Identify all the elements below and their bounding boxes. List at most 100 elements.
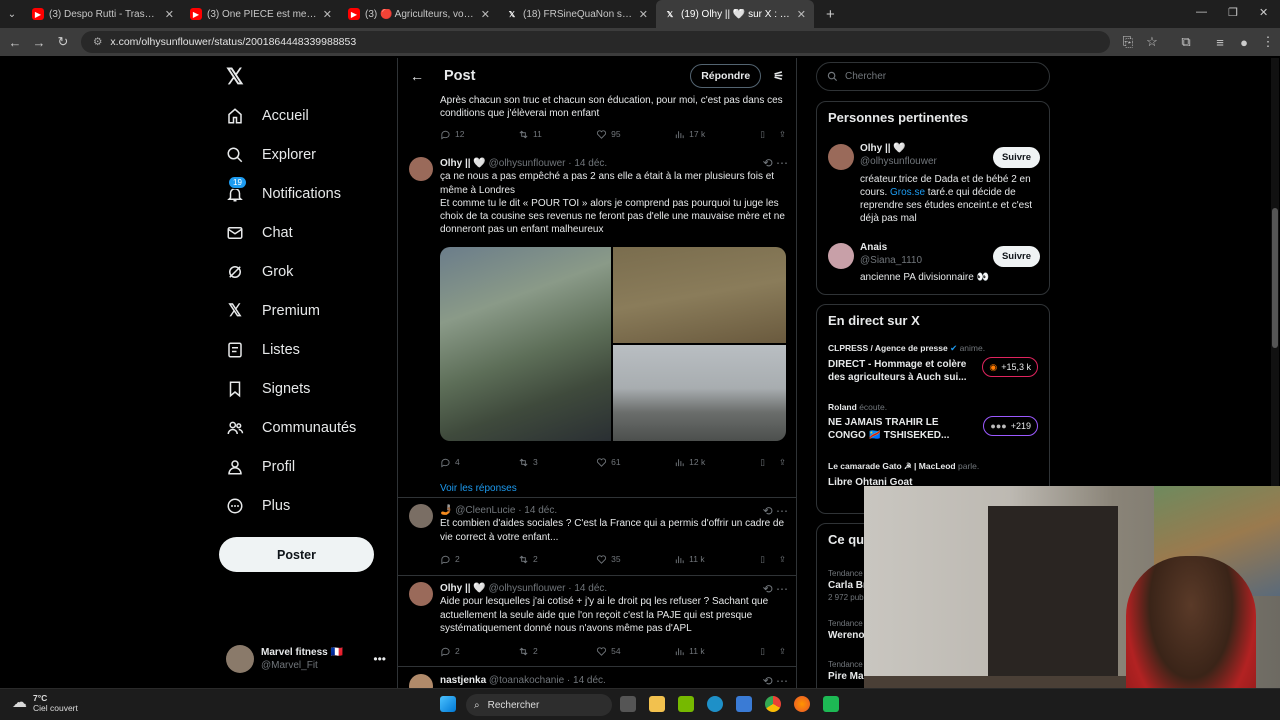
reply-button[interactable]: Répondre [690, 64, 762, 88]
bookmark-star-icon[interactable]: ☆ [1140, 34, 1164, 50]
maximize-icon[interactable]: ❐ [1228, 6, 1238, 19]
close-tab-icon[interactable]: ✕ [481, 8, 490, 21]
follow-button[interactable]: Suivre [992, 246, 1040, 267]
site-info-icon[interactable]: ⚙ [93, 36, 102, 48]
live-item[interactable]: Roland écoute. NE JAMAIS TRAHIR LE CONGO… [828, 402, 1038, 442]
nvidia-icon[interactable] [678, 696, 694, 712]
sidebar-item-profil[interactable]: Profil [218, 447, 388, 486]
tweet-media-grid[interactable] [440, 247, 786, 441]
account-switcher[interactable]: Marvel fitness 🇫🇷 @Marvel_Fit ••• [226, 643, 386, 675]
back-icon[interactable]: ← [3, 35, 27, 50]
media-image[interactable] [613, 345, 786, 441]
views-action[interactable]: 11 k [674, 645, 752, 658]
avatar[interactable] [828, 243, 854, 269]
close-tab-icon[interactable]: ✕ [323, 8, 332, 21]
author-handle[interactable]: @olhysunflouwer [489, 158, 566, 169]
tweet-date[interactable]: · 14 déc. [518, 505, 557, 516]
weather-widget[interactable]: ☁ 7°C Ciel couvert [12, 693, 78, 713]
sidebar-item-explorer[interactable]: Explorer [218, 135, 388, 174]
more-icon[interactable]: ••• [373, 652, 386, 666]
sidebar-item-plus[interactable]: Plus [218, 486, 388, 525]
scrollbar-thumb[interactable] [1272, 208, 1278, 348]
close-tab-icon[interactable]: ✕ [165, 8, 174, 21]
tweet-date[interactable]: · 14 déc. [567, 675, 606, 686]
x-logo-icon[interactable]: 𝕏 [226, 64, 244, 90]
bio-link[interactable]: Gros.se [890, 187, 925, 198]
like-action[interactable]: 35 [596, 553, 674, 566]
sidebar-item-notifications[interactable]: 19 Notifications [218, 174, 388, 213]
like-action[interactable]: 54 [596, 645, 674, 658]
trend-item[interactable]: Tendance Wereno [828, 618, 865, 642]
more-icon[interactable]: ⟲ ⋯ [763, 674, 788, 688]
bookmark-icon[interactable]: ▯ [760, 456, 765, 469]
more-icon[interactable]: ⟲ ⋯ [763, 156, 788, 170]
show-replies-link[interactable]: Voir les réponses [440, 482, 786, 495]
reply-action[interactable]: 2 [440, 645, 518, 658]
repost-action[interactable]: 11 [518, 128, 596, 141]
install-app-icon[interactable]: ⎘ [1116, 34, 1140, 50]
sidebar-item-signets[interactable]: Signets [218, 369, 388, 408]
author-handle[interactable]: @CleenLucie [455, 505, 515, 516]
live-item[interactable]: CLPRESS / Agence de presse ✔ anime. DIRE… [828, 343, 1038, 384]
follow-button[interactable]: Suivre [992, 147, 1040, 168]
reply-action[interactable]: 2 [440, 553, 518, 566]
reply-action[interactable]: 12 [440, 128, 518, 141]
author-handle[interactable]: @olhysunflouwer [489, 583, 566, 594]
bookmark-icon[interactable]: ▯ [760, 645, 765, 658]
bookmark-icon[interactable]: ▯ [760, 553, 765, 566]
search-input[interactable]: Chercher [816, 62, 1050, 91]
post-button[interactable]: Poster [219, 537, 374, 572]
store-icon[interactable] [736, 696, 752, 712]
sidebar-item-grok[interactable]: Grok [218, 252, 388, 291]
views-action[interactable]: 12 k [674, 456, 752, 469]
repost-action[interactable]: 3 [518, 456, 596, 469]
edge-icon[interactable] [707, 696, 723, 712]
sidebar-item-communautes[interactable]: Communautés [218, 408, 388, 447]
close-tab-icon[interactable]: ✕ [797, 8, 806, 21]
file-explorer-icon[interactable] [649, 696, 665, 712]
share-icon[interactable]: ⇪ [779, 553, 786, 566]
forward-icon[interactable]: → [27, 35, 51, 50]
bookmark-icon[interactable]: ▯ [760, 128, 765, 141]
browser-tab[interactable]: ▶ (3) 🔴 Agriculteurs, vote du bu ✕ [340, 0, 498, 28]
live-listeners-pill[interactable]: ●●● +219 [983, 416, 1038, 436]
extensions-icon[interactable]: ⧉ [1174, 34, 1198, 50]
reply-action[interactable]: 4 [440, 456, 518, 469]
tweet-date[interactable]: · 14 déc. [568, 583, 607, 594]
author-name[interactable]: Olhy || 🤍 [440, 158, 486, 169]
browser-menu-icon[interactable]: ⋮ [1256, 34, 1280, 50]
sidebar-item-premium[interactable]: 𝕏 Premium [218, 291, 388, 330]
back-arrow-icon[interactable]: ← [410, 68, 424, 84]
browser-tab-active[interactable]: 𝕏 (19) Olhy || 🤍 sur X : "Quand n ✕ [656, 0, 814, 28]
browser-tab[interactable]: 𝕏 (18) FRSineQuaNon sur X : "@T ✕ [498, 0, 656, 28]
author-name[interactable]: nastjenka [440, 675, 486, 686]
more-icon[interactable]: ⟲ ⋯ [763, 504, 788, 518]
share-icon[interactable]: ⇪ [779, 128, 786, 141]
share-icon[interactable]: ⇪ [779, 645, 786, 658]
repost-action[interactable]: 2 [518, 553, 596, 566]
browser-tab[interactable]: ▶ (3) One PIECE est meilleur sans ✕ [182, 0, 340, 28]
like-action[interactable]: 95 [596, 128, 674, 141]
close-tab-icon[interactable]: ✕ [639, 8, 648, 21]
avatar[interactable] [828, 144, 854, 170]
share-icon[interactable]: ⇪ [779, 456, 786, 469]
profile-icon[interactable]: ● [1232, 35, 1256, 50]
browser-tab[interactable]: ▶ (3) Despo Rutti - Trashhh - YouT ✕ [24, 0, 182, 28]
minimize-icon[interactable]: — [1196, 6, 1207, 18]
trend-item[interactable]: Tendance Carla Br 2 972 pub [828, 568, 867, 604]
task-view-icon[interactable] [620, 696, 636, 712]
new-tab-icon[interactable]: + [826, 6, 835, 23]
tab-list-chevron-icon[interactable]: ⌄ [0, 9, 24, 20]
live-item[interactable]: Le camarade Gato ☭ | MacLeod parle. Libr… [828, 461, 1038, 489]
url-field[interactable]: ⚙ x.com/olhysunflouwer/status/2001864448… [81, 31, 1110, 53]
firefox-icon[interactable] [794, 696, 810, 712]
windows-start-icon[interactable] [440, 696, 456, 712]
taskbar-search[interactable]: ⌕ Rechercher [466, 694, 612, 716]
views-action[interactable]: 17 k [674, 128, 752, 141]
media-image[interactable] [613, 247, 786, 343]
tweet-date[interactable]: · 14 déc. [568, 158, 607, 169]
close-window-icon[interactable]: ✕ [1259, 6, 1268, 19]
author-name[interactable]: Olhy || 🤍 [440, 583, 486, 594]
media-icon[interactable]: ≡ [1208, 35, 1232, 50]
reload-icon[interactable]: ↻ [51, 34, 75, 50]
